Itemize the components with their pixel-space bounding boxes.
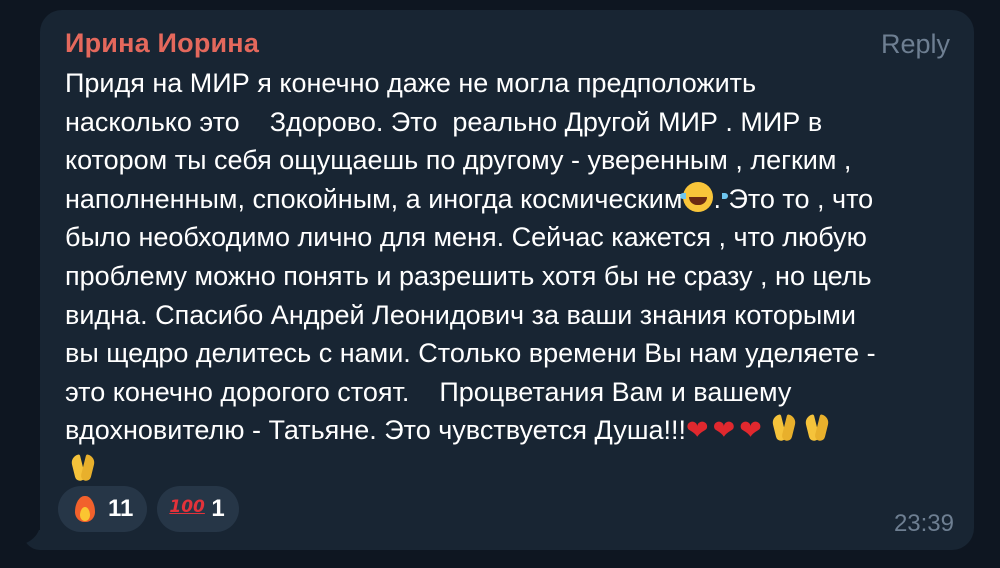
message-text: Придя на МИР я конечно даже не могла пре… [65, 64, 965, 490]
sender-name[interactable]: Ирина Иорина [65, 28, 259, 59]
reaction-count: 11 [108, 495, 134, 522]
message-line: котором ты себя ощущаешь по другому - ув… [65, 145, 852, 176]
folded-hands-icon [769, 413, 799, 443]
reaction-hundred[interactable]: 100 1 [157, 486, 239, 532]
message-time: 23:39 [893, 510, 954, 537]
message-line: видна. Спасибо Андрей Леонидович за ваши… [65, 299, 856, 330]
face-with-tears-of-joy-icon [680, 181, 729, 212]
hundred-points-icon: 100 [169, 497, 205, 517]
reply-button[interactable]: Reply [881, 29, 950, 60]
message-line: это конечно дорогого стоят. Процветания … [65, 376, 792, 407]
folded-hands-icon [68, 453, 98, 483]
chat-background: Ирина Иорина Reply Придя на МИР я конечн… [0, 0, 1000, 568]
message-line: проблему можно понять и разрешить хотя б… [65, 260, 872, 291]
red-heart-icon: ❤ [712, 415, 736, 447]
reaction-count: 1 [211, 495, 225, 522]
message-line: вдохновителю - Татьяне. Это чувствуется … [65, 415, 686, 446]
fire-icon [70, 494, 100, 524]
red-heart-icon: ❤ [686, 415, 709, 447]
reaction-fire[interactable]: 11 [58, 486, 148, 532]
folded-hands-icon [802, 413, 832, 443]
message-line: было необходимо лично для меня. Сейчас к… [65, 222, 867, 253]
reactions-bar: 11 100 1 [58, 486, 239, 532]
message-line: насколько это Здорово. Это реально Друго… [65, 106, 823, 137]
red-heart-icon: ❤ [739, 415, 762, 447]
message-line: Придя на МИР я конечно даже не могла пре… [65, 68, 757, 98]
message-line: . Это то , что [713, 183, 874, 214]
message-line: вы щедро делитесь с нами. Столько времен… [65, 338, 876, 369]
message-line: наполненным, спокойным, а иногда космиче… [65, 183, 683, 214]
